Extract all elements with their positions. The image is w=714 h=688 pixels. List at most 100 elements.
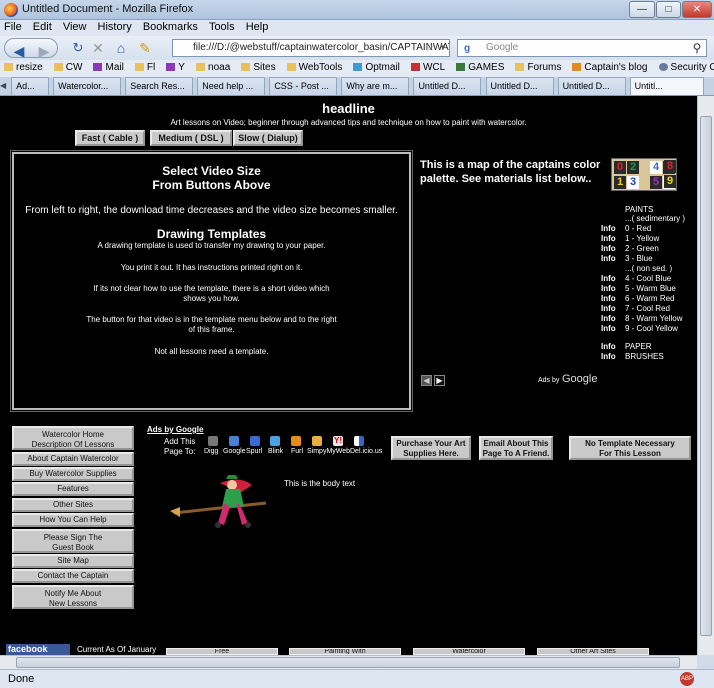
tab[interactable]: Untitled D... — [413, 77, 482, 95]
stop-icon[interactable]: ✕ — [90, 39, 106, 57]
info-link[interactable]: Info — [601, 294, 616, 303]
slow-dialup-button[interactable]: Slow ( Dialup) — [233, 130, 303, 146]
purchase-supplies-button[interactable]: Purchase Your Art Supplies Here. — [391, 436, 471, 460]
color-item: 5 - Warm Blue — [625, 284, 676, 293]
horizontal-scrollbar[interactable] — [0, 655, 697, 669]
nav-notify-me[interactable]: Notify Me About New Lessons — [12, 585, 134, 609]
vertical-scrollbar[interactable] — [697, 96, 714, 655]
footer-tab[interactable]: Watercolor — [413, 648, 525, 655]
maximize-button[interactable]: □ — [656, 1, 681, 18]
facebook-badge[interactable]: facebook — [6, 644, 70, 655]
reload-icon[interactable]: ↻ — [70, 39, 86, 57]
tab-active[interactable]: Untitl... — [629, 77, 704, 95]
myweb-icon[interactable]: Y! — [333, 436, 343, 446]
bookmark-star-icon[interactable]: ☆ — [424, 39, 436, 57]
info-link[interactable]: Info — [601, 284, 616, 293]
footer-tab[interactable]: Other Art Sites — [537, 648, 649, 655]
bookmark-item[interactable]: Optmail — [349, 60, 403, 73]
menu-file[interactable]: File — [0, 20, 26, 34]
nav-buy-supplies[interactable]: Buy Watercolor Supplies — [12, 467, 134, 481]
nav-site-map[interactable]: Site Map — [12, 554, 134, 568]
flying-captain-figure — [170, 475, 267, 528]
info-link[interactable]: Info — [601, 254, 616, 263]
menu-tools[interactable]: Tools — [205, 20, 239, 34]
tab[interactable]: CSS - Post ... — [269, 77, 338, 95]
digg-icon[interactable] — [208, 436, 218, 446]
bookmark-item[interactable]: GAMES — [452, 60, 508, 73]
search-icon[interactable]: ⚲ — [690, 39, 704, 57]
spurl-icon[interactable] — [250, 436, 260, 446]
info-link[interactable]: Info — [601, 342, 616, 351]
tab[interactable]: Ad... — [11, 77, 50, 95]
info-link[interactable]: Info — [601, 244, 616, 253]
url-dropdown-icon[interactable]: ▼ — [438, 39, 448, 57]
menu-edit[interactable]: Edit — [29, 20, 56, 34]
google-logo[interactable]: Google — [562, 373, 597, 385]
tab[interactable]: Untitled D... — [557, 77, 626, 95]
menu-bookmarks[interactable]: Bookmarks — [139, 20, 202, 34]
info-link[interactable]: Info — [601, 234, 616, 243]
vertical-scroll-thumb[interactable] — [700, 116, 712, 636]
info-link[interactable]: Info — [601, 274, 616, 283]
blink-icon[interactable] — [270, 436, 280, 446]
furl-icon[interactable] — [291, 436, 301, 446]
adblock-icon[interactable]: ABP — [680, 672, 694, 686]
tab[interactable]: Untitled D... — [485, 77, 554, 95]
tab-scroll-left-icon[interactable]: ◀ — [0, 77, 8, 95]
info-link[interactable]: Info — [601, 314, 616, 323]
nav-guest-book[interactable]: Please Sign The Guest Book — [12, 529, 134, 553]
home-icon[interactable]: ⌂ — [112, 39, 130, 57]
footer-tab[interactable]: Free — [166, 648, 278, 655]
bookmark-item[interactable]: Sites — [237, 60, 279, 73]
bookmark-item[interactable]: Forums — [511, 60, 565, 73]
minimize-button[interactable]: — — [629, 1, 655, 18]
tab[interactable]: Need help ... — [197, 77, 266, 95]
menu-history[interactable]: History — [94, 20, 136, 34]
nav-watercolor-home[interactable]: Watercolor Home Description Of Lessons — [12, 426, 134, 450]
horizontal-scroll-thumb[interactable] — [16, 657, 680, 668]
info-link[interactable]: Info — [601, 352, 616, 361]
tab[interactable]: Why are m... — [341, 77, 410, 95]
bookmark-item[interactable]: Captain's blog — [568, 60, 651, 73]
nav-contact[interactable]: Contact the Captain — [12, 569, 134, 583]
folder-icon — [53, 63, 63, 71]
bookmark-item[interactable]: Mail — [89, 60, 127, 73]
nav-about-captain[interactable]: About Captain Watercolor — [12, 452, 134, 466]
info-link[interactable]: Info — [601, 224, 616, 233]
email-friend-button[interactable]: Email About This Page To A Friend. — [479, 436, 553, 460]
tab[interactable]: Search Res... — [125, 77, 194, 95]
close-window-button[interactable]: ✕ — [682, 1, 712, 18]
ads-by-google-link[interactable]: Ads by Google — [147, 425, 203, 434]
delicious-icon[interactable] — [354, 436, 364, 446]
menu-view[interactable]: View — [59, 20, 91, 34]
footer-tab[interactable]: Painting With — [289, 648, 401, 655]
no-template-button[interactable]: No Template Necessary For This Lesson — [569, 436, 691, 460]
bookmark-item[interactable]: CW — [50, 60, 87, 73]
info-link[interactable]: Info — [601, 304, 616, 313]
forward-icon[interactable]: ▶ — [33, 42, 55, 60]
nav-other-sites[interactable]: Other Sites — [12, 498, 134, 512]
url-bar[interactable]: file:///D:/@webstuff/captainwatercolor_b… — [172, 39, 450, 57]
bookmark-item[interactable]: Fl — [131, 60, 159, 73]
info-link[interactable]: Info — [601, 324, 616, 333]
bookmark-item[interactable]: Security Cleanup foru... — [655, 60, 714, 73]
medium-dsl-button[interactable]: Medium ( DSL ) — [150, 130, 232, 146]
ad-next-arrow-icon[interactable]: ▶ — [434, 375, 445, 386]
pencil-icon[interactable]: ✎ — [136, 39, 154, 57]
search-input[interactable]: Google — [457, 39, 707, 57]
bookmark-item[interactable]: Y — [162, 60, 189, 73]
bookmark-item[interactable]: WCL — [407, 60, 449, 73]
nav-features[interactable]: Features — [12, 482, 134, 496]
bookmark-item[interactable]: resize — [0, 60, 47, 73]
menu-help[interactable]: Help — [242, 20, 273, 34]
fast-cable-button[interactable]: Fast ( Cable ) — [75, 130, 145, 146]
nav-how-you-can-help[interactable]: How You Can Help — [12, 513, 134, 527]
bookmark-item[interactable]: noaa — [192, 60, 234, 73]
tab[interactable]: Watercolor... — [53, 77, 122, 95]
google-search-icon[interactable]: g — [460, 40, 474, 58]
back-icon[interactable]: ◀ — [7, 42, 31, 60]
google-bookmark-icon[interactable] — [229, 436, 239, 446]
simpy-icon[interactable] — [312, 436, 322, 446]
ad-prev-arrow-icon[interactable]: ◀ — [421, 375, 432, 386]
bookmark-item[interactable]: WebTools — [283, 60, 347, 73]
